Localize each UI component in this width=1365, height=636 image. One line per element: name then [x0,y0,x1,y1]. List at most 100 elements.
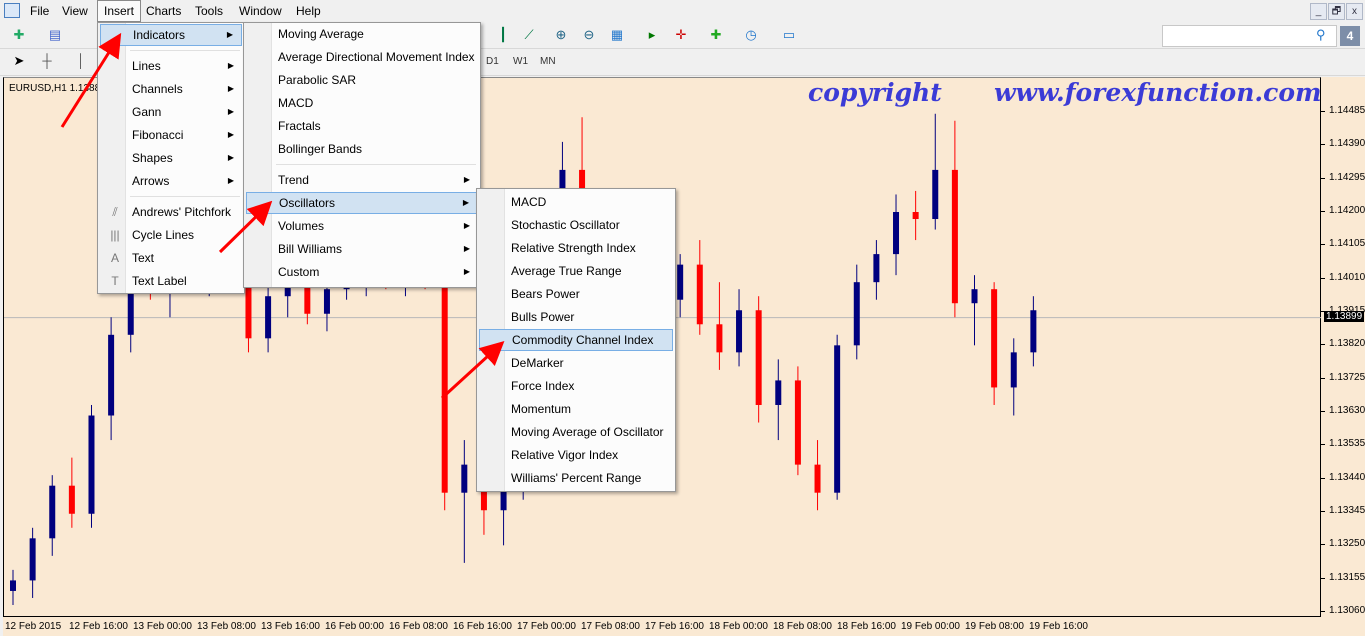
price-tick-label: 1.13345 [1329,505,1365,516]
menu-view[interactable]: View [56,0,94,22]
menu-charts[interactable]: Charts [140,0,187,22]
menu-item-oscillators[interactable]: Oscillators ▶ [246,192,478,214]
cursor-icon[interactable]: ➤ [8,50,30,72]
time-tick-label: 17 Feb 16:00 [645,621,704,632]
price-tick-label: 1.13440 [1329,471,1365,483]
time-tick-label: 18 Feb 16:00 [837,621,896,632]
price-tick-label: 1.13535 [1329,438,1365,450]
menu-item-parabolic-sar[interactable]: Parabolic SAR [246,69,478,91]
menu-item-trend[interactable]: Trend ▶ [246,169,478,191]
menu-item-lines[interactable]: Lines ▶ [100,55,242,77]
menu-item-fractals[interactable]: Fractals [246,115,478,137]
templates-icon[interactable]: ▭ [778,24,800,46]
menu-item-label: Bulls Power [511,310,575,324]
menu-item-label: Oscillators [279,196,336,210]
candlestick-icon[interactable]: ┃ [492,24,514,46]
menu-item-cycle-lines[interactable]: ||| Cycle Lines [100,224,242,246]
price-tick [1321,344,1325,346]
menu-item-indicators[interactable]: Indicators ▶ [100,24,242,46]
candle [794,366,801,476]
indicators-submenu: Moving Average Average Directional Moveme… [243,22,481,288]
price-tick [1321,611,1325,612]
vertical-line-icon[interactable]: │ [70,50,92,72]
menu-item-average-directional-movement-index[interactable]: Average Directional Movement Index [246,46,478,68]
chart-shift-icon[interactable]: ▸ [641,24,663,46]
menu-insert[interactable]: Insert [97,0,142,22]
tile-windows-icon[interactable]: ▦ [606,24,628,46]
line-chart-icon[interactable]: ⟋ [518,24,540,46]
time-tick-label: 13 Feb 00:00 [133,621,192,632]
candle [716,282,723,370]
window-controls: _ 🗗 x [1310,0,1365,23]
menu-item-commodity-channel-index[interactable]: Commodity Channel Index [479,329,673,351]
watermark: copyright www.forexfunction.com [808,78,1322,107]
candle [775,359,782,441]
menu-item-label: Average True Range [511,264,622,278]
autoscroll-icon[interactable]: ✛ [670,24,692,46]
menu-help[interactable]: Help [290,0,327,22]
notifications-badge[interactable]: 4 [1340,26,1360,46]
search-input[interactable] [1162,25,1337,47]
menu-item-bulls-power[interactable]: Bulls Power [479,306,673,328]
menu-item-label: Indicators [133,28,186,42]
menu-item-label: Bears Power [511,287,580,301]
menu-item-label: Bollinger Bands [278,142,363,156]
candle [932,113,939,230]
menu-window[interactable]: Window [233,0,288,22]
menu-item-volumes[interactable]: Volumes ▶ [246,215,478,237]
menu-item-text-label[interactable]: T Text Label [100,270,242,292]
price-tick [1321,377,1325,379]
menu-item-macd[interactable]: MACD [479,191,673,213]
menu-item-arrows[interactable]: Arrows ▶ [100,170,242,192]
menu-file[interactable]: File [24,0,55,22]
new-chart-icon[interactable]: ✚ [8,24,30,46]
candle [461,440,468,563]
profiles-icon[interactable]: ▤ [44,24,66,46]
candle [696,240,703,335]
close-button[interactable]: x [1346,3,1363,20]
menu-item-bill-williams[interactable]: Bill Williams ▶ [246,238,478,260]
indicators-icon[interactable]: ✚ [705,24,727,46]
menu-item-label: Volumes [278,219,325,233]
timeframe-d1[interactable]: D1 [486,56,499,67]
search-icon[interactable]: ⚲ [1316,27,1326,43]
zoom-out-icon[interactable]: ⊖ [578,24,600,46]
crosshair-icon[interactable]: ┼ [36,50,58,72]
periods-clock-icon[interactable]: ◷ [740,24,762,46]
menu-item-relative-vigor-index[interactable]: Relative Vigor Index [479,444,673,466]
price-tick [1321,411,1325,412]
menu-item-label: Text [132,251,155,265]
zoom-in-icon[interactable]: ⊕ [550,24,572,46]
insert-menu: Indicators ▶ Lines ▶ Channels ▶ Gann ▶ Fibonacci… [97,22,245,294]
minimize-button[interactable]: _ [1310,3,1327,20]
timeframe-w1[interactable]: W1 [513,56,528,67]
timeframe-mn[interactable]: MN [540,56,556,67]
menu-item-moving-average-of-oscillator[interactable]: Moving Average of Oscillator [479,421,673,443]
menu-item-stochastic-oscillator[interactable]: Stochastic Oscillator [479,214,673,236]
menu-item-macd[interactable]: MACD [246,92,478,114]
menu-item-channels[interactable]: Channels ▶ [100,78,242,100]
menu-item-custom[interactable]: Custom ▶ [246,261,478,283]
menu-item-bears-power[interactable]: Bears Power [479,283,673,305]
menu-item-label: Arrows [132,174,170,188]
menu-item-relative-strength-index[interactable]: Relative Strength Index [479,237,673,259]
menu-item-average-true-range[interactable]: Average True Range [479,260,673,282]
menu-item-andrews-pitchfork[interactable]: ⫽ Andrews' Pitchfork [100,201,242,223]
menu-item-momentum[interactable]: Momentum [479,398,673,420]
menu-item-label: Moving Average of Oscillator [511,425,664,439]
menu-item-bollinger-bands[interactable]: Bollinger Bands [246,138,478,160]
menu-item-williams-percent-range[interactable]: Williams' Percent Range [479,467,673,489]
menu-item-force-index[interactable]: Force Index [479,375,673,397]
restore-button[interactable]: 🗗 [1328,3,1345,20]
menu-item-gann[interactable]: Gann ▶ [100,101,242,123]
menu-tools[interactable]: Tools [189,0,229,22]
menu-item-label: Williams' Percent Range [511,471,642,485]
submenu-arrow-icon: ▶ [463,221,470,230]
menu-item-text[interactable]: A Text [100,247,242,269]
menu-item-fibonacci[interactable]: Fibonacci ▶ [100,124,242,146]
price-axis: 1.14485 1.14390 1.14295 1.14200 1.14105 1.140… [1321,77,1365,617]
menu-item-demarker[interactable]: DeMarker [479,352,673,374]
time-tick-label: 19 Feb 08:00 [965,621,1024,632]
menu-item-moving-average[interactable]: Moving Average [246,23,478,45]
menu-item-shapes[interactable]: Shapes ▶ [100,147,242,169]
